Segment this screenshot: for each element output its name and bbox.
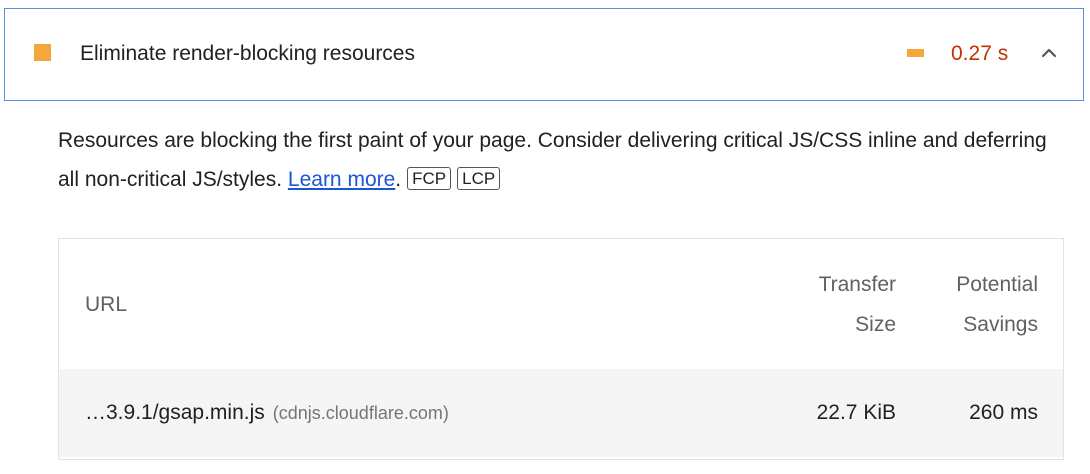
column-header-url: URL [85, 293, 128, 316]
resource-url-cell[interactable]: …3.9.1/gsap.min.js (cdnjs.cloudflare.com) [85, 400, 449, 426]
column-header-transfer-size: Transfer Size [819, 265, 896, 345]
metric-status-bar-icon [907, 49, 924, 57]
chevron-up-icon[interactable] [1039, 43, 1059, 63]
resource-url[interactable]: …3.9.1/gsap.min.js [85, 401, 265, 424]
table-row: …3.9.1/gsap.min.js (cdnjs.cloudflare.com)… [59, 369, 1063, 457]
transfer-size-cell: 22.7 KiB [816, 401, 896, 424]
metric-chip-fcp: FCP [407, 167, 452, 190]
average-score-indicator [34, 44, 51, 61]
transfer-header-line2: Size [855, 313, 896, 336]
savings-header-line2: Savings [963, 313, 1038, 336]
savings-header-line1: Potential [956, 273, 1038, 296]
resource-origin: (cdnjs.cloudflare.com) [272, 403, 449, 423]
audit-title: Eliminate render-blocking resources [80, 42, 415, 65]
potential-savings-cell: 260 ms [969, 401, 1038, 424]
metric-chip-lcp: LCP [457, 167, 501, 190]
description-text: Resources are blocking the first paint o… [58, 129, 1047, 191]
learn-more-link[interactable]: Learn more [288, 168, 395, 191]
description-period: . [395, 168, 402, 191]
column-header-potential-savings: Potential Savings [956, 265, 1038, 345]
audit-metric-value: 0.27 s [951, 42, 1009, 65]
audit-header[interactable]: Eliminate render-blocking resources 0.27… [4, 8, 1084, 101]
transfer-header-line1: Transfer [818, 273, 896, 296]
audit-description: Resources are blocking the first paint o… [58, 121, 1068, 199]
resources-table: URL Transfer Size Potential Savings …3.9… [58, 238, 1064, 460]
